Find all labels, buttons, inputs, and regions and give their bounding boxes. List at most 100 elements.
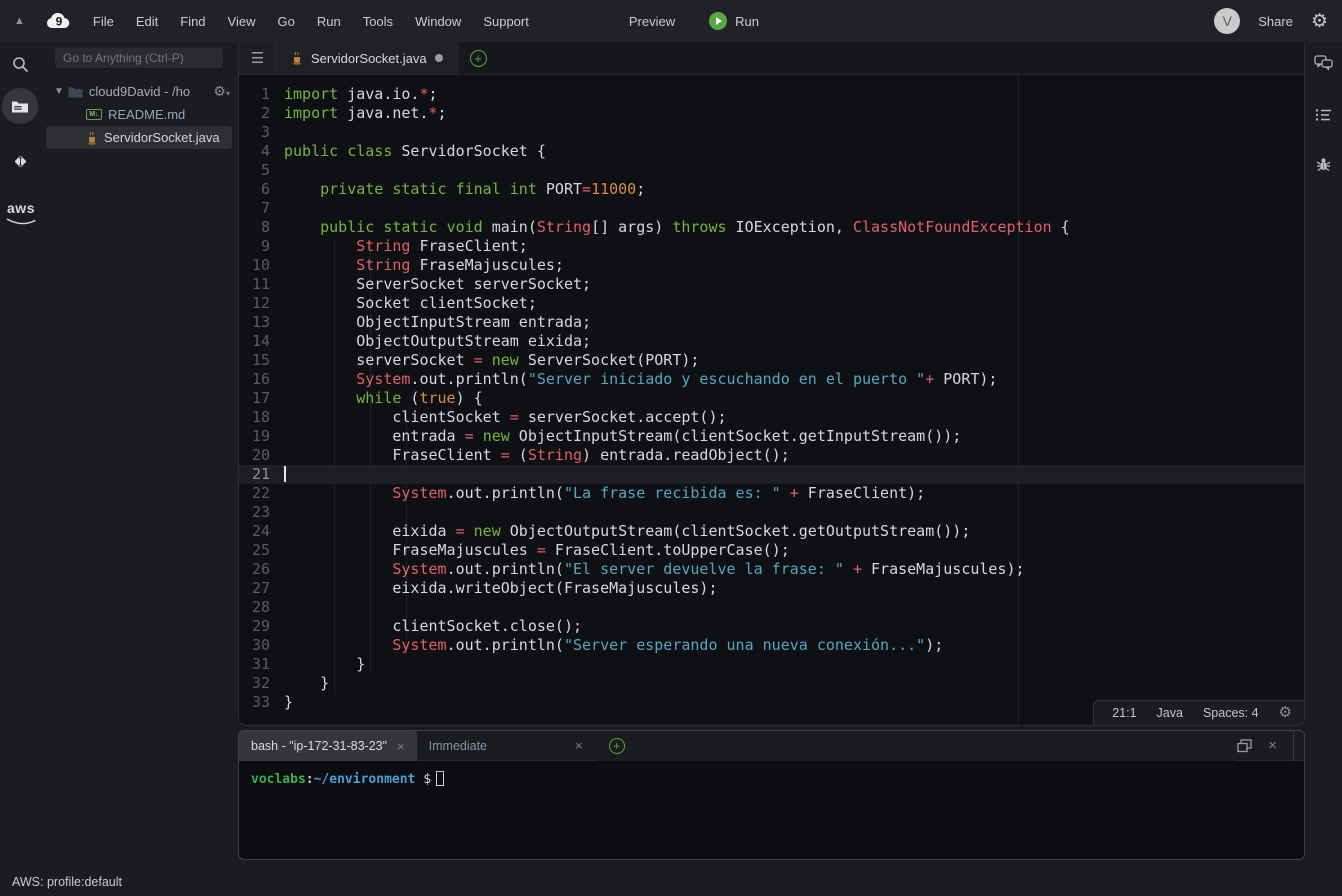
line-number[interactable]: 1 [239,85,284,104]
line-number[interactable]: 9 [239,237,284,256]
code-line[interactable]: 5 [239,161,1304,180]
debugger-bug-icon[interactable] [1305,150,1342,180]
code-line[interactable]: 22 System.out.println("La frase recibida… [239,484,1304,503]
share-button[interactable]: Share [1258,14,1293,29]
cursor-position[interactable]: 21:1 [1112,706,1136,720]
code-line[interactable]: 8 public static void main(String[] args)… [239,218,1304,237]
editor-tab-servidorsocket[interactable]: ServidorSocket.java [277,42,458,74]
cloud9-logo-icon[interactable]: 9 [45,12,71,30]
code-line[interactable]: 14 ObjectOutputStream eixida; [239,332,1304,351]
line-number[interactable]: 7 [239,199,284,218]
collapse-menubar-icon[interactable]: ▲ [14,15,25,27]
line-number[interactable]: 30 [239,636,284,655]
menu-window[interactable]: Window [411,10,465,33]
preview-button[interactable]: Preview [625,10,679,33]
line-number[interactable]: 27 [239,579,284,598]
line-number[interactable]: 3 [239,123,284,142]
line-number[interactable]: 22 [239,484,284,503]
code-area[interactable]: 1import java.io.*;2import java.net.*;34p… [239,76,1304,725]
restore-panes-icon[interactable] [1237,739,1252,753]
code-line[interactable]: 13 ObjectInputStream entrada; [239,313,1304,332]
line-number[interactable]: 12 [239,294,284,313]
code-line[interactable]: 3 [239,123,1304,142]
outline-list-icon[interactable] [1305,100,1342,130]
code-line[interactable]: 20 FraseClient = (String) entrada.readOb… [239,446,1304,465]
code-line[interactable]: 4public class ServidorSocket { [239,142,1304,161]
line-number[interactable]: 2 [239,104,284,123]
menu-go[interactable]: Go [274,10,299,33]
code-line[interactable]: 1import java.io.*; [239,85,1304,104]
code-line[interactable]: 7 [239,199,1304,218]
code-line[interactable]: 17 while (true) { [239,389,1304,408]
code-line[interactable]: 26 System.out.println("El server devuelv… [239,560,1304,579]
source-control-git-icon[interactable] [0,143,40,179]
code-line[interactable]: 21 [239,465,1304,484]
code-line[interactable]: 24 eixida = new ObjectOutputStream(clien… [239,522,1304,541]
line-number[interactable]: 10 [239,256,284,275]
aws-logo-icon[interactable]: aws [4,200,38,226]
line-number[interactable]: 5 [239,161,284,180]
terminal-tab-close-icon[interactable]: × [575,738,583,753]
line-number[interactable]: 17 [239,389,284,408]
terminal-output[interactable]: voclabs:~/environment $ [239,761,1304,859]
line-number[interactable]: 13 [239,313,284,332]
code-line[interactable]: 16 System.out.println("Server iniciado y… [239,370,1304,389]
line-number[interactable]: 18 [239,408,284,427]
code-line[interactable]: 15 serverSocket = new ServerSocket(PORT)… [239,351,1304,370]
line-number[interactable]: 8 [239,218,284,237]
line-number[interactable]: 15 [239,351,284,370]
syntax-mode[interactable]: Java [1157,706,1183,720]
tree-root-folder[interactable]: ▼ cloud9David - /ho ⚙▾ [40,80,238,103]
environment-files-button[interactable] [2,88,38,124]
terminal-tab[interactable]: Immediate× [417,731,595,761]
menu-edit[interactable]: Edit [132,10,162,33]
tab-list-menu-icon[interactable]: ☰ [239,42,277,74]
code-line[interactable]: 10 String FraseMajuscules; [239,256,1304,275]
line-number[interactable]: 24 [239,522,284,541]
code-line[interactable]: 12 Socket clientSocket; [239,294,1304,313]
menu-tools[interactable]: Tools [359,10,397,33]
code-line[interactable]: 9 String FraseClient; [239,237,1304,256]
new-terminal-plus-icon[interactable]: + [609,738,625,754]
line-number[interactable]: 28 [239,598,284,617]
preferences-gear-icon[interactable]: ⚙ [1311,12,1328,31]
line-number[interactable]: 6 [239,180,284,199]
terminal-tab[interactable]: bash - "ip-172-31-83-23"× [239,731,417,761]
collaborate-chat-icon[interactable] [1305,48,1342,78]
line-number[interactable]: 33 [239,693,284,712]
code-line[interactable]: 31 } [239,655,1304,674]
goto-anything-input[interactable] [55,48,223,68]
line-number[interactable]: 14 [239,332,284,351]
aws-profile-status[interactable]: AWS: profile:default [12,875,122,889]
menu-support[interactable]: Support [479,10,533,33]
tree-item-servidorsocket-selected[interactable]: ServidorSocket.java [46,126,232,149]
tree-settings-gear-icon[interactable]: ⚙▾ [213,83,230,100]
menu-find[interactable]: Find [176,10,209,33]
line-number[interactable]: 26 [239,560,284,579]
line-number[interactable]: 23 [239,503,284,522]
chevron-down-icon[interactable]: ▼ [54,86,64,97]
line-number[interactable]: 32 [239,674,284,693]
code-line[interactable]: 27 eixida.writeObject(FraseMajuscules); [239,579,1304,598]
line-number[interactable]: 25 [239,541,284,560]
code-line[interactable]: 19 entrada = new ObjectInputStream(clien… [239,427,1304,446]
code-line[interactable]: 29 clientSocket.close(); [239,617,1304,636]
tree-item-readme[interactable]: M↓ README.md [40,103,238,126]
line-number[interactable]: 21 [239,465,284,484]
line-number[interactable]: 31 [239,655,284,674]
code-line[interactable]: 28 [239,598,1304,617]
close-panel-icon[interactable]: × [1268,737,1277,754]
code-line[interactable]: 23 [239,503,1304,522]
menu-file[interactable]: File [89,10,118,33]
line-number[interactable]: 11 [239,275,284,294]
menu-view[interactable]: View [224,10,260,33]
code-line[interactable]: 2import java.net.*; [239,104,1304,123]
line-number[interactable]: 16 [239,370,284,389]
new-tab-plus-icon[interactable]: + [470,50,487,67]
code-line[interactable]: 30 System.out.println("Server esperando … [239,636,1304,655]
line-number[interactable]: 4 [239,142,284,161]
code-line[interactable]: 18 clientSocket = serverSocket.accept(); [239,408,1304,427]
menu-run[interactable]: Run [313,10,345,33]
line-number[interactable]: 19 [239,427,284,446]
code-line[interactable]: 25 FraseMajuscules = FraseClient.toUpper… [239,541,1304,560]
